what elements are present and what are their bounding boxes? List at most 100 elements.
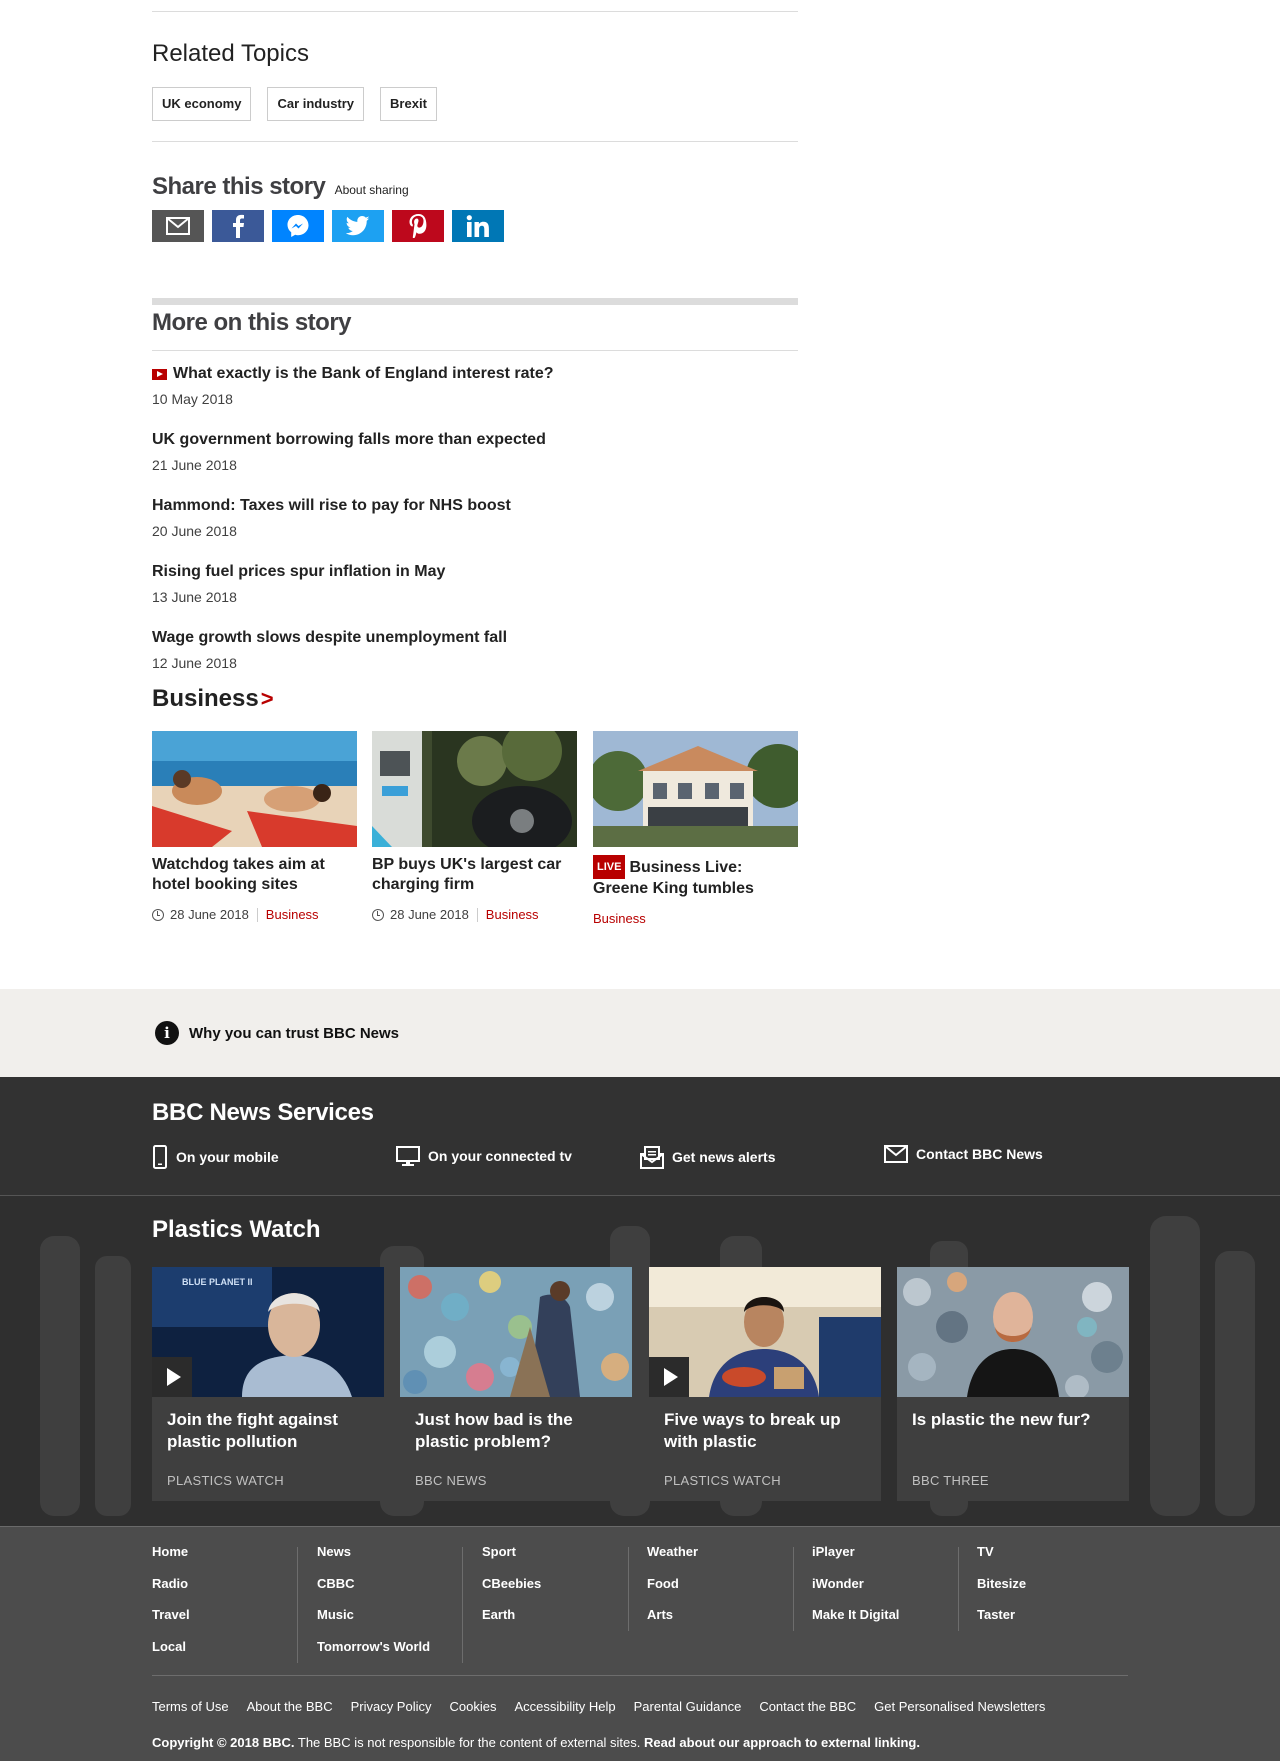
plastics-card-title[interactable]: Five ways to break up with plastic bbox=[664, 1409, 869, 1453]
card-title[interactable]: LIVE Business Live: Greene King tumbles bbox=[593, 855, 798, 899]
plastics-card-source: PLASTICS WATCH bbox=[664, 1473, 781, 1488]
about-bbc-link[interactable]: About the BBC bbox=[247, 1699, 333, 1714]
more-on-story-bar bbox=[152, 298, 798, 305]
share-pinterest-button[interactable] bbox=[392, 210, 444, 242]
plastics-card-title[interactable]: Join the fight against plastic pollution bbox=[167, 1409, 372, 1453]
terms-of-use-link[interactable]: Terms of Use bbox=[152, 1699, 229, 1714]
footer-link-travel[interactable]: Travel bbox=[152, 1607, 317, 1639]
footer-link-weather[interactable]: Weather bbox=[647, 1544, 812, 1576]
privacy-policy-link[interactable]: Privacy Policy bbox=[351, 1699, 432, 1714]
tag-brexit[interactable]: Brexit bbox=[380, 87, 437, 121]
service-label[interactable]: Get news alerts bbox=[672, 1149, 776, 1165]
mobile-icon bbox=[153, 1145, 167, 1169]
man-with-plastic-bales-image bbox=[897, 1267, 1129, 1397]
external-linking-link[interactable]: Read about our approach to external link… bbox=[644, 1735, 920, 1750]
card-section-link[interactable]: Business bbox=[266, 907, 319, 922]
play-icon[interactable] bbox=[152, 1357, 192, 1397]
story-headline[interactable]: Wage growth slows despite unemployment f… bbox=[152, 629, 507, 647]
share-linkedin-button[interactable] bbox=[452, 210, 504, 242]
card-section-link[interactable]: Business bbox=[593, 911, 646, 926]
card-title[interactable]: BP buys UK's largest car charging firm bbox=[372, 855, 577, 895]
svg-text:BLUE PLANET II: BLUE PLANET II bbox=[182, 1277, 253, 1287]
related-topics-tags: UK economy Car industry Brexit bbox=[152, 87, 437, 121]
footer-column: Sport CBeebies Earth bbox=[482, 1544, 647, 1639]
business-card[interactable]: Watchdog takes aim at hotel booking site… bbox=[152, 731, 357, 922]
about-sharing-link[interactable]: About sharing bbox=[335, 183, 409, 197]
footer-column: Weather Food Arts bbox=[647, 1544, 812, 1639]
plastics-title: Plastics Watch bbox=[152, 1216, 321, 1243]
share-messenger-button[interactable] bbox=[272, 210, 324, 242]
plastics-card[interactable]: Is plastic the new fur? BBC THREE bbox=[897, 1267, 1129, 1501]
charging-station-image bbox=[372, 731, 577, 847]
trust-link[interactable]: i Why you can trust BBC News bbox=[155, 1021, 399, 1045]
accessibility-help-link[interactable]: Accessibility Help bbox=[514, 1699, 615, 1714]
plastics-card[interactable]: Just how bad is the plastic problem? BBC… bbox=[400, 1267, 632, 1501]
service-mobile-link[interactable]: On your mobile bbox=[152, 1145, 279, 1169]
share-twitter-button[interactable] bbox=[332, 210, 384, 242]
story-item[interactable]: Hammond: Taxes will rise to pay for NHS … bbox=[152, 497, 798, 539]
plastics-card-title[interactable]: Is plastic the new fur? bbox=[912, 1409, 1117, 1431]
footer-link-radio[interactable]: Radio bbox=[152, 1576, 317, 1608]
plastics-card-title[interactable]: Just how bad is the plastic problem? bbox=[415, 1409, 620, 1453]
plastics-card[interactable]: BLUE PLANET II Join the fight against pl… bbox=[152, 1267, 384, 1501]
share-email-button[interactable] bbox=[152, 210, 204, 242]
card-section-link[interactable]: Business bbox=[486, 907, 539, 922]
footer-link-sport[interactable]: Sport bbox=[482, 1544, 647, 1576]
story-headline[interactable]: Rising fuel prices spur inflation in May bbox=[152, 563, 445, 581]
footer-link-cbeebies[interactable]: CBeebies bbox=[482, 1576, 647, 1608]
footer-link-cbbc[interactable]: CBBC bbox=[317, 1576, 482, 1608]
footer-link-bitesize[interactable]: Bitesize bbox=[977, 1576, 1142, 1608]
plastic-waste-image bbox=[400, 1267, 632, 1397]
parental-guidance-link[interactable]: Parental Guidance bbox=[634, 1699, 742, 1714]
share-facebook-button[interactable] bbox=[212, 210, 264, 242]
story-headline[interactable]: What exactly is the Bank of England inte… bbox=[173, 365, 554, 383]
plastics-card-source: BBC THREE bbox=[912, 1473, 989, 1488]
footer-link-arts[interactable]: Arts bbox=[647, 1607, 812, 1639]
newsletters-link[interactable]: Get Personalised Newsletters bbox=[874, 1699, 1045, 1714]
footer-link-iplayer[interactable]: iPlayer bbox=[812, 1544, 977, 1576]
service-alerts-link[interactable]: Get news alerts bbox=[640, 1145, 776, 1169]
tag-uk-economy[interactable]: UK economy bbox=[152, 87, 252, 121]
footer-column: iPlayer iWonder Make It Digital bbox=[812, 1544, 977, 1639]
trust-banner: i Why you can trust BBC News bbox=[0, 989, 1280, 1077]
contact-bbc-link[interactable]: Contact the BBC bbox=[759, 1699, 856, 1714]
footer-link-make-it-digital[interactable]: Make It Digital bbox=[812, 1607, 977, 1639]
cookies-link[interactable]: Cookies bbox=[450, 1699, 497, 1714]
site-footer: Home Radio Travel Local News CBBC Music … bbox=[0, 1526, 1280, 1761]
story-item[interactable]: Wage growth slows despite unemployment f… bbox=[152, 629, 798, 671]
footer-link-music[interactable]: Music bbox=[317, 1607, 482, 1639]
copyright-bold: Copyright © 2018 BBC. bbox=[152, 1735, 295, 1750]
footer-link-local[interactable]: Local bbox=[152, 1639, 317, 1671]
service-label[interactable]: Contact BBC News bbox=[916, 1146, 1043, 1162]
footer-link-tomorrows-world[interactable]: Tomorrow's World bbox=[317, 1639, 482, 1671]
card-meta: Business bbox=[593, 911, 798, 926]
story-item[interactable]: UK government borrowing falls more than … bbox=[152, 431, 798, 473]
clock-icon bbox=[372, 908, 384, 921]
footer-link-earth[interactable]: Earth bbox=[482, 1607, 647, 1639]
story-headline[interactable]: UK government borrowing falls more than … bbox=[152, 431, 546, 449]
business-card[interactable]: BP buys UK's largest car charging firm 2… bbox=[372, 731, 577, 922]
tag-car-industry[interactable]: Car industry bbox=[267, 87, 365, 121]
plastics-card[interactable]: Five ways to break up with plastic PLAST… bbox=[649, 1267, 881, 1501]
footer-link-taster[interactable]: Taster bbox=[977, 1607, 1142, 1639]
footer-link-iwonder[interactable]: iWonder bbox=[812, 1576, 977, 1608]
play-icon[interactable] bbox=[649, 1357, 689, 1397]
service-label[interactable]: On your connected tv bbox=[428, 1148, 572, 1164]
story-item[interactable]: Rising fuel prices spur inflation in May… bbox=[152, 563, 798, 605]
story-headline[interactable]: Hammond: Taxes will rise to pay for NHS … bbox=[152, 497, 511, 515]
card-date: 28 June 2018 bbox=[390, 907, 469, 922]
business-card[interactable]: LIVE Business Live: Greene King tumbles B… bbox=[593, 731, 798, 926]
service-tv-link[interactable]: On your connected tv bbox=[396, 1145, 572, 1167]
linkedin-icon bbox=[466, 215, 489, 237]
footer-link-home[interactable]: Home bbox=[152, 1544, 317, 1576]
footer-legal-links: Terms of Use About the BBC Privacy Polic… bbox=[152, 1699, 1045, 1714]
card-title[interactable]: Watchdog takes aim at hotel booking site… bbox=[152, 855, 357, 895]
trust-text[interactable]: Why you can trust BBC News bbox=[189, 1025, 399, 1042]
business-section-link[interactable]: Business> bbox=[152, 685, 274, 713]
footer-link-news[interactable]: News bbox=[317, 1544, 482, 1576]
service-label[interactable]: On your mobile bbox=[176, 1149, 279, 1165]
story-item[interactable]: What exactly is the Bank of England inte… bbox=[152, 365, 798, 407]
footer-link-food[interactable]: Food bbox=[647, 1576, 812, 1608]
service-contact-link[interactable]: Contact BBC News bbox=[884, 1145, 1043, 1163]
footer-link-tv[interactable]: TV bbox=[977, 1544, 1142, 1576]
